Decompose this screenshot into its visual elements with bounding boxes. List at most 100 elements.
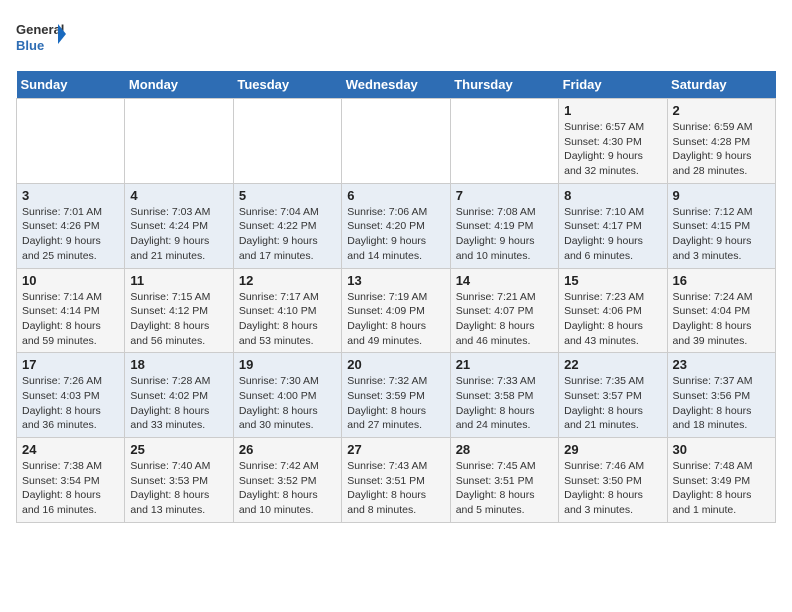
day-info: Sunrise: 7:48 AM Sunset: 3:49 PM Dayligh… [673, 459, 770, 518]
calendar-cell: 13 Sunrise: 7:19 AM Sunset: 4:09 PM Dayli… [342, 268, 450, 353]
day-info: Sunrise: 7:33 AM Sunset: 3:58 PM Dayligh… [456, 374, 553, 433]
weekday-header-saturday: Saturday [667, 71, 775, 99]
day-info: Sunrise: 7:19 AM Sunset: 4:09 PM Dayligh… [347, 290, 444, 349]
day-number: 9 [673, 188, 770, 203]
day-info: Sunrise: 7:28 AM Sunset: 4:02 PM Dayligh… [130, 374, 227, 433]
svg-text:General: General [16, 22, 64, 37]
svg-text:Blue: Blue [16, 38, 44, 53]
day-info: Sunrise: 7:45 AM Sunset: 3:51 PM Dayligh… [456, 459, 553, 518]
day-number: 10 [22, 273, 119, 288]
calendar-cell: 4 Sunrise: 7:03 AM Sunset: 4:24 PM Daylig… [125, 183, 233, 268]
day-info: Sunrise: 7:15 AM Sunset: 4:12 PM Dayligh… [130, 290, 227, 349]
calendar-cell: 30 Sunrise: 7:48 AM Sunset: 3:49 PM Dayli… [667, 438, 775, 523]
weekday-header-thursday: Thursday [450, 71, 558, 99]
calendar-cell: 14 Sunrise: 7:21 AM Sunset: 4:07 PM Dayli… [450, 268, 558, 353]
day-info: Sunrise: 7:40 AM Sunset: 3:53 PM Dayligh… [130, 459, 227, 518]
calendar-cell: 16 Sunrise: 7:24 AM Sunset: 4:04 PM Dayli… [667, 268, 775, 353]
calendar-cell: 6 Sunrise: 7:06 AM Sunset: 4:20 PM Daylig… [342, 183, 450, 268]
day-info: Sunrise: 7:37 AM Sunset: 3:56 PM Dayligh… [673, 374, 770, 433]
day-number: 25 [130, 442, 227, 457]
header: General Blue [16, 16, 776, 61]
day-info: Sunrise: 7:30 AM Sunset: 4:00 PM Dayligh… [239, 374, 336, 433]
day-info: Sunrise: 6:57 AM Sunset: 4:30 PM Dayligh… [564, 120, 661, 179]
weekday-header-row: SundayMondayTuesdayWednesdayThursdayFrid… [17, 71, 776, 99]
day-number: 14 [456, 273, 553, 288]
calendar-body: 1 Sunrise: 6:57 AM Sunset: 4:30 PM Daylig… [17, 99, 776, 523]
day-number: 26 [239, 442, 336, 457]
calendar-cell: 7 Sunrise: 7:08 AM Sunset: 4:19 PM Daylig… [450, 183, 558, 268]
day-info: Sunrise: 6:59 AM Sunset: 4:28 PM Dayligh… [673, 120, 770, 179]
calendar-week-2: 10 Sunrise: 7:14 AM Sunset: 4:14 PM Dayli… [17, 268, 776, 353]
day-info: Sunrise: 7:35 AM Sunset: 3:57 PM Dayligh… [564, 374, 661, 433]
day-number: 11 [130, 273, 227, 288]
day-number: 22 [564, 357, 661, 372]
day-number: 6 [347, 188, 444, 203]
day-info: Sunrise: 7:42 AM Sunset: 3:52 PM Dayligh… [239, 459, 336, 518]
day-number: 19 [239, 357, 336, 372]
calendar-cell: 5Sunrise: 7:04 AM Sunset: 4:22 PM Daylig… [233, 183, 341, 268]
calendar-cell [17, 99, 125, 184]
day-number: 27 [347, 442, 444, 457]
day-number: 8 [564, 188, 661, 203]
calendar-cell: 9 Sunrise: 7:12 AM Sunset: 4:15 PM Daylig… [667, 183, 775, 268]
day-number: 20 [347, 357, 444, 372]
calendar-header: SundayMondayTuesdayWednesdayThursdayFrid… [17, 71, 776, 99]
calendar-cell: 22 Sunrise: 7:35 AM Sunset: 3:57 PM Dayli… [559, 353, 667, 438]
day-info: Sunrise: 7:32 AM Sunset: 3:59 PM Dayligh… [347, 374, 444, 433]
day-info: Sunrise: 7:43 AM Sunset: 3:51 PM Dayligh… [347, 459, 444, 518]
weekday-header-wednesday: Wednesday [342, 71, 450, 99]
calendar-cell: 10 Sunrise: 7:14 AM Sunset: 4:14 PM Dayli… [17, 268, 125, 353]
calendar-week-0: 1 Sunrise: 6:57 AM Sunset: 4:30 PM Daylig… [17, 99, 776, 184]
day-info: Sunrise: 7:46 AM Sunset: 3:50 PM Dayligh… [564, 459, 661, 518]
calendar-cell: 23 Sunrise: 7:37 AM Sunset: 3:56 PM Dayli… [667, 353, 775, 438]
weekday-header-monday: Monday [125, 71, 233, 99]
calendar-cell: 29 Sunrise: 7:46 AM Sunset: 3:50 PM Dayli… [559, 438, 667, 523]
day-number: 1 [564, 103, 661, 118]
day-info: Sunrise: 7:08 AM Sunset: 4:19 PM Dayligh… [456, 205, 553, 264]
day-number: 28 [456, 442, 553, 457]
calendar-cell: 2Sunrise: 6:59 AM Sunset: 4:28 PM Daylig… [667, 99, 775, 184]
day-info: Sunrise: 7:12 AM Sunset: 4:15 PM Dayligh… [673, 205, 770, 264]
day-number: 17 [22, 357, 119, 372]
day-info: Sunrise: 7:26 AM Sunset: 4:03 PM Dayligh… [22, 374, 119, 433]
calendar-cell: 18 Sunrise: 7:28 AM Sunset: 4:02 PM Dayli… [125, 353, 233, 438]
calendar-cell: 21Sunrise: 7:33 AM Sunset: 3:58 PM Dayli… [450, 353, 558, 438]
day-number: 30 [673, 442, 770, 457]
calendar-cell [450, 99, 558, 184]
calendar-cell: 8 Sunrise: 7:10 AM Sunset: 4:17 PM Daylig… [559, 183, 667, 268]
calendar-cell: 12Sunrise: 7:17 AM Sunset: 4:10 PM Dayli… [233, 268, 341, 353]
day-number: 3 [22, 188, 119, 203]
day-info: Sunrise: 7:21 AM Sunset: 4:07 PM Dayligh… [456, 290, 553, 349]
day-number: 13 [347, 273, 444, 288]
logo-svg: General Blue [16, 16, 66, 61]
calendar-cell [125, 99, 233, 184]
calendar-cell: 25 Sunrise: 7:40 AM Sunset: 3:53 PM Dayli… [125, 438, 233, 523]
day-number: 29 [564, 442, 661, 457]
calendar-cell: 15 Sunrise: 7:23 AM Sunset: 4:06 PM Dayli… [559, 268, 667, 353]
day-info: Sunrise: 7:10 AM Sunset: 4:17 PM Dayligh… [564, 205, 661, 264]
day-number: 7 [456, 188, 553, 203]
day-info: Sunrise: 7:01 AM Sunset: 4:26 PM Dayligh… [22, 205, 119, 264]
weekday-header-friday: Friday [559, 71, 667, 99]
calendar-cell: 1 Sunrise: 6:57 AM Sunset: 4:30 PM Daylig… [559, 99, 667, 184]
day-number: 4 [130, 188, 227, 203]
calendar-table: SundayMondayTuesdayWednesdayThursdayFrid… [16, 71, 776, 523]
day-info: Sunrise: 7:23 AM Sunset: 4:06 PM Dayligh… [564, 290, 661, 349]
day-info: Sunrise: 7:06 AM Sunset: 4:20 PM Dayligh… [347, 205, 444, 264]
calendar-cell: 19 Sunrise: 7:30 AM Sunset: 4:00 PM Dayli… [233, 353, 341, 438]
calendar-cell: 20 Sunrise: 7:32 AM Sunset: 3:59 PM Dayli… [342, 353, 450, 438]
day-info: Sunrise: 7:03 AM Sunset: 4:24 PM Dayligh… [130, 205, 227, 264]
day-number: 15 [564, 273, 661, 288]
day-number: 18 [130, 357, 227, 372]
calendar-cell: 28 Sunrise: 7:45 AM Sunset: 3:51 PM Dayli… [450, 438, 558, 523]
day-info: Sunrise: 7:04 AM Sunset: 4:22 PM Dayligh… [239, 205, 336, 264]
calendar-week-3: 17 Sunrise: 7:26 AM Sunset: 4:03 PM Dayli… [17, 353, 776, 438]
day-info: Sunrise: 7:24 AM Sunset: 4:04 PM Dayligh… [673, 290, 770, 349]
day-number: 23 [673, 357, 770, 372]
calendar-cell: 24Sunrise: 7:38 AM Sunset: 3:54 PM Dayli… [17, 438, 125, 523]
day-number: 24 [22, 442, 119, 457]
day-number: 12 [239, 273, 336, 288]
day-number: 16 [673, 273, 770, 288]
day-info: Sunrise: 7:14 AM Sunset: 4:14 PM Dayligh… [22, 290, 119, 349]
calendar-cell: 27 Sunrise: 7:43 AM Sunset: 3:51 PM Dayli… [342, 438, 450, 523]
